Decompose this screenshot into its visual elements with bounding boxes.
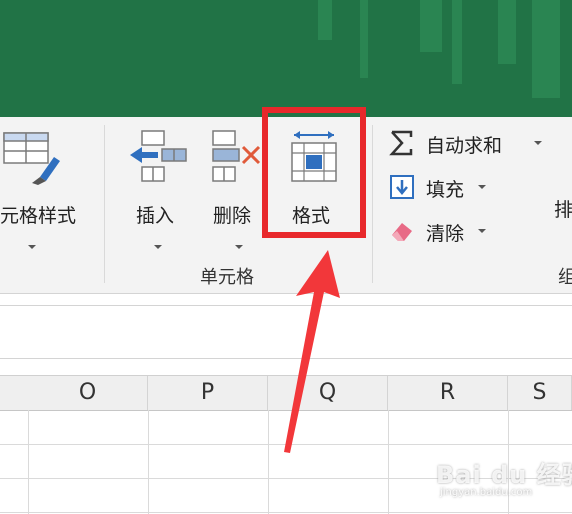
column-header-q[interactable]: Q xyxy=(268,376,388,410)
grid-line xyxy=(28,410,29,514)
column-header-p[interactable]: P xyxy=(148,376,268,410)
insert-button[interactable]: 插入 xyxy=(124,127,192,255)
fill-down-icon xyxy=(390,175,414,199)
group-separator xyxy=(104,125,105,283)
title-bar-pattern xyxy=(452,0,462,84)
ribbon-home: 元格样式 插入 删除 格式 单元格 自动求和 填充 清除 排 组 xyxy=(0,117,572,294)
cells-group-label: 单元格 xyxy=(200,267,254,288)
grid-line xyxy=(0,444,572,445)
grid-line xyxy=(148,410,149,514)
grid-line xyxy=(0,512,572,513)
eraser-icon xyxy=(392,223,412,241)
column-header-r[interactable]: R xyxy=(388,376,508,410)
delete-button[interactable]: 删除 xyxy=(205,127,269,255)
title-bar-pattern xyxy=(318,0,332,40)
column-header-s[interactable]: S xyxy=(508,376,572,410)
chevron-down-icon xyxy=(154,245,162,249)
formula-bar[interactable] xyxy=(0,305,572,359)
column-headers: O P Q R S xyxy=(0,375,572,411)
chevron-down-icon xyxy=(235,245,243,249)
insert-label: 插入 xyxy=(136,205,175,227)
cell-styles-button[interactable]: 元格样式 xyxy=(0,127,100,255)
chevron-down-icon xyxy=(28,245,36,249)
grid-line xyxy=(268,410,269,514)
fill-label: 填充 xyxy=(426,179,465,201)
title-bar-pattern xyxy=(532,0,560,98)
format-button[interactable]: 格式 xyxy=(276,127,354,227)
group-separator xyxy=(372,125,373,283)
column-header-o[interactable]: O xyxy=(28,376,148,410)
title-bar-pattern xyxy=(498,0,516,64)
editing-group-label-partial: 组 xyxy=(558,267,572,288)
delete-label: 删除 xyxy=(213,205,252,227)
title-bar-pattern xyxy=(420,0,442,52)
watermark: Bai du 经验 jingyan.baidu.com xyxy=(436,455,572,511)
autosum-sigma-icon xyxy=(389,130,413,156)
format-label: 格式 xyxy=(292,205,331,227)
title-bar-pattern xyxy=(360,0,368,78)
insert-cells-icon xyxy=(130,130,187,182)
chevron-down-icon xyxy=(534,141,542,145)
sort-filter-label-partial[interactable]: 排 xyxy=(554,195,572,222)
delete-cells-icon xyxy=(212,130,261,182)
grid-line xyxy=(388,410,389,514)
format-cells-icon xyxy=(291,131,337,182)
chevron-down-icon xyxy=(478,229,486,233)
watermark-url: jingyan.baidu.com xyxy=(440,487,533,498)
clear-button[interactable]: 清除 xyxy=(388,217,498,247)
autosum-button[interactable]: 自动求和 xyxy=(388,129,548,159)
watermark-logo-text: Bai du 经验 xyxy=(436,461,572,489)
clear-label: 清除 xyxy=(426,223,465,245)
cell-styles-label: 元格样式 xyxy=(0,205,77,227)
autosum-label: 自动求和 xyxy=(426,135,503,157)
chevron-down-icon xyxy=(478,185,486,189)
title-bar xyxy=(0,0,572,117)
fill-button[interactable]: 填充 xyxy=(388,173,498,203)
cell-styles-icon xyxy=(3,132,60,185)
